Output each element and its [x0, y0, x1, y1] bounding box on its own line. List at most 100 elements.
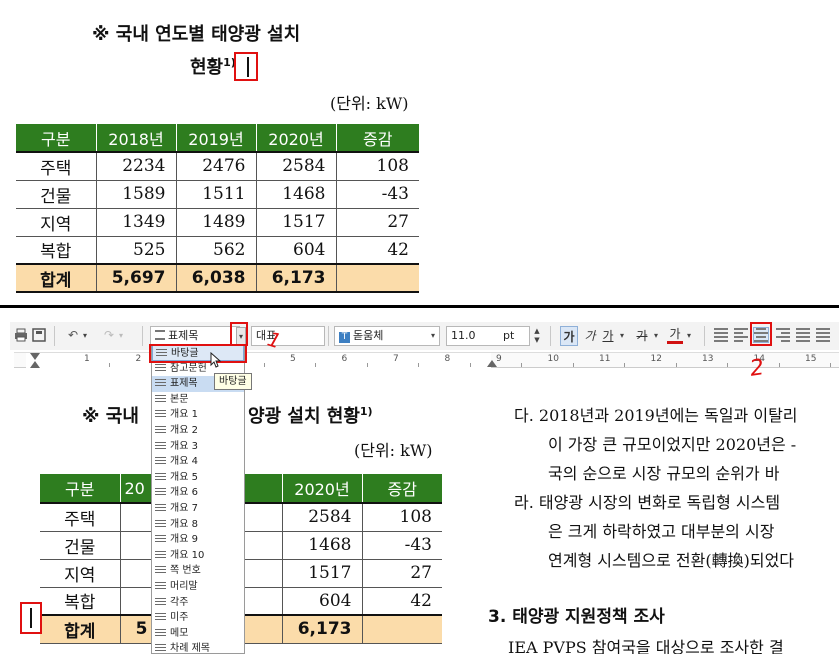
ruler-tick: [418, 363, 419, 367]
style-select[interactable]: 표제목: [150, 326, 240, 346]
font-name-select[interactable]: T 돋움체: [334, 326, 440, 346]
table-cell: 108: [335, 152, 419, 180]
style-list-item[interactable]: 개요 7: [152, 501, 244, 517]
style-list-item[interactable]: 머리말: [152, 579, 244, 595]
style-list-item-label: 개요 9: [170, 534, 198, 546]
paragraph-style-icon: [155, 519, 166, 530]
font-size-stepper-icon[interactable]: ▲ ▼: [532, 327, 542, 345]
undo-icon[interactable]: ↶: [66, 328, 80, 342]
style-list-item[interactable]: 미주: [152, 610, 244, 626]
ruler-tick: [521, 363, 522, 367]
paragraph-style-icon: [155, 425, 166, 436]
table-cell: 1517: [255, 208, 336, 236]
align-divide-icon[interactable]: [816, 328, 830, 342]
horizontal-ruler[interactable]: 123456789101112131415: [14, 352, 839, 368]
table-row: 건물 1589 1511 1468 -43: [16, 180, 419, 208]
strikethrough-button[interactable]: 가: [634, 326, 650, 346]
style-list-item[interactable]: 개요 10: [152, 548, 244, 564]
style-list-item-label: 미주: [170, 612, 189, 624]
top-title-line2: 현황1): [190, 53, 236, 79]
bold-button[interactable]: 가: [560, 326, 578, 346]
header-cell: 2020년: [255, 124, 336, 152]
ruler-number: 5: [290, 354, 296, 364]
bottom-unit-label: (단위: kW): [354, 441, 433, 460]
redo-icon[interactable]: ↷: [102, 328, 116, 342]
ruler-number: 11: [599, 354, 611, 364]
undo-dropdown-icon[interactable]: ▾: [80, 327, 90, 345]
underline-dropdown-icon[interactable]: ▾: [617, 327, 627, 345]
style-list-item[interactable]: 개요 9: [152, 532, 244, 548]
table-cell: 주택: [40, 158, 72, 179]
ruler-tick: [572, 363, 574, 367]
paragraph-style-icon: [155, 379, 166, 389]
font-category-select[interactable]: 대표: [251, 326, 325, 346]
font-name-dropdown-icon[interactable]: ▾: [428, 327, 438, 345]
italic-button[interactable]: 가: [582, 326, 598, 346]
underline-button[interactable]: 가: [600, 326, 616, 346]
table-cell: 1589: [95, 180, 176, 208]
style-list-item[interactable]: 차례 제목: [152, 641, 244, 653]
paragraph-line: IEA PVPS 참여국을 대상으로 조사한 결: [508, 638, 784, 654]
style-list-item[interactable]: 각주: [152, 595, 244, 611]
toolbar-separator: [328, 326, 329, 346]
paragraph-style-icon: [155, 550, 166, 561]
style-list-item[interactable]: 개요 4: [152, 454, 244, 470]
style-list-item[interactable]: 개요 2: [152, 423, 244, 439]
ruler-tick: [109, 363, 110, 367]
style-list-item-label: 개요 8: [170, 518, 198, 530]
indent-marker-icon[interactable]: [30, 361, 40, 368]
font-color-dropdown-icon[interactable]: ▾: [684, 327, 694, 345]
paragraph-style-icon: [155, 363, 166, 374]
header-cell: 증감: [335, 124, 419, 152]
style-tooltip: 바탕글: [214, 373, 252, 390]
ruler-number: 7: [393, 354, 399, 364]
align-right-icon[interactable]: [776, 328, 790, 342]
style-list-item[interactable]: 개요 5: [152, 470, 244, 486]
paragraph-style-icon: [155, 394, 166, 405]
style-list-item[interactable]: 메모: [152, 626, 244, 642]
table-row: 주택 2234 2476 2584 108: [16, 152, 419, 180]
align-left-icon[interactable]: [734, 328, 748, 342]
ruler-tick: [778, 363, 780, 367]
ruler-tick: [315, 363, 316, 367]
align-center-highlight: [750, 322, 772, 346]
paragraph-style-icon: [155, 597, 166, 608]
font-size-input[interactable]: 11.0 pt: [446, 326, 530, 346]
style-list-item[interactable]: 개요 8: [152, 517, 244, 533]
table-total-row: 합계 5,697 6,038 6,173: [16, 264, 419, 292]
table-cell: 2476: [175, 152, 256, 180]
paragraph-line: 연계형 시스템으로 전환(轉換)되었다: [548, 551, 795, 570]
style-list-item-label: 각주: [170, 596, 189, 608]
table-cell: 복합: [40, 242, 72, 263]
align-distribute-icon[interactable]: [796, 328, 810, 342]
table-cell: -43: [335, 180, 419, 208]
strikethrough-dropdown-icon[interactable]: ▾: [651, 327, 661, 345]
style-list-item-label: 본문: [170, 393, 189, 405]
style-list-item-label: 메모: [170, 627, 189, 639]
table-row: 복합 525 562 604 42: [16, 236, 419, 264]
style-dropdown-list[interactable]: 바탕글 참고문헌 표제목 본문 개요 1 개요 2 개요 3 개요 4 개요 5 개요 6 개요 7…: [151, 344, 245, 654]
font-size-unit: pt: [503, 329, 515, 342]
align-justify-icon[interactable]: [714, 328, 728, 342]
bottom-title-right: 양광 설치 현황1): [248, 402, 373, 428]
redo-dropdown-icon[interactable]: ▾: [116, 327, 126, 345]
toolbar-separator: [142, 326, 143, 346]
style-list-item[interactable]: 쪽 번호: [152, 563, 244, 579]
paragraph-line: 국의 순으로 시장 규모의 순위가 바: [548, 464, 780, 483]
table-cell: 42: [335, 236, 419, 264]
style-select-value: 표제목: [168, 329, 199, 342]
ruler-number: 15: [805, 354, 817, 364]
save-icon[interactable]: [32, 328, 46, 342]
style-list-item-label: 참고문헌: [170, 362, 207, 374]
font-color-button[interactable]: 가: [667, 326, 683, 344]
header-cell: 구분: [40, 474, 120, 503]
table-cell: 6,173: [255, 264, 336, 292]
style-list-item[interactable]: 개요 3: [152, 439, 244, 455]
indent-marker-icon[interactable]: [30, 353, 40, 360]
style-list-item[interactable]: 개요 6: [152, 485, 244, 501]
style-list-item[interactable]: 개요 1: [152, 407, 244, 423]
header-cell: 구분: [16, 124, 96, 152]
style-list-item-label: 개요 10: [170, 549, 205, 561]
style-list-item[interactable]: 본문: [152, 392, 244, 408]
print-icon[interactable]: [14, 328, 28, 342]
